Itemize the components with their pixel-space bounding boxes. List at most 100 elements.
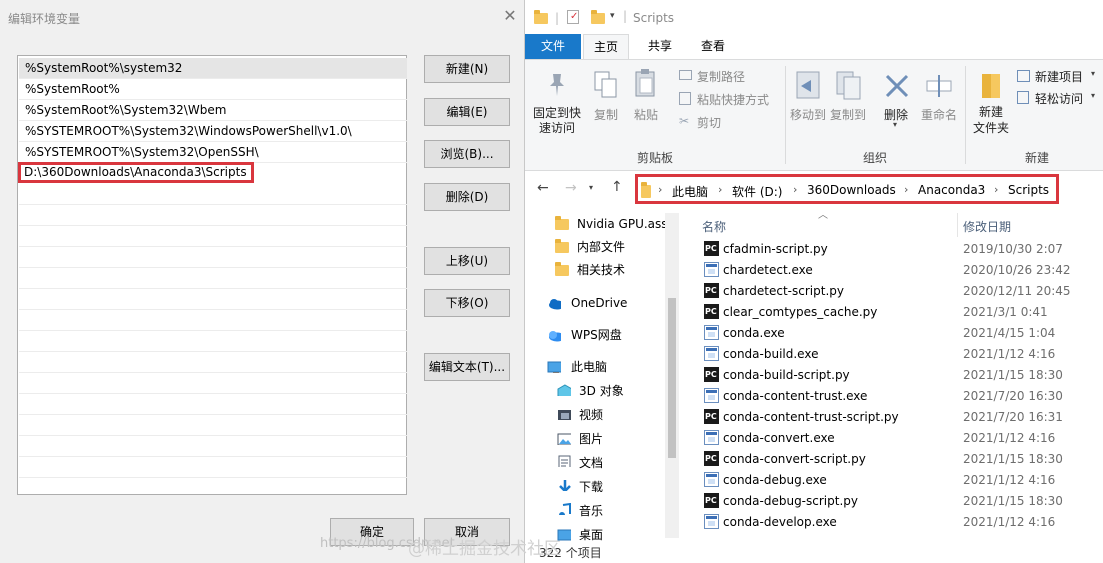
download-icon bbox=[559, 480, 571, 491]
copy-to-icon bbox=[836, 71, 861, 100]
address-bar[interactable]: › 此电脑 › 软件 (D:) › 360Downloads › Anacond… bbox=[635, 174, 1059, 204]
path-item-empty[interactable] bbox=[19, 373, 407, 394]
path-item-empty[interactable] bbox=[19, 436, 407, 457]
breadcrumb-anaconda3[interactable]: Anaconda3 bbox=[918, 183, 985, 197]
column-header-name[interactable]: 名称 bbox=[702, 218, 726, 235]
file-row[interactable]: conda-convert.exe 2021/1/12 4:16 bbox=[695, 428, 1103, 449]
chevron-right-icon[interactable]: › bbox=[994, 183, 998, 196]
file-row[interactable]: conda-develop.exe 2021/1/12 4:16 bbox=[695, 512, 1103, 533]
edit-button[interactable]: 编辑(E) bbox=[424, 98, 510, 126]
path-item-4[interactable]: %SYSTEMROOT%\System32\WindowsPowerShell\… bbox=[19, 121, 407, 142]
window-title: Scripts bbox=[633, 11, 675, 25]
path-item-anaconda-scripts[interactable]: D:\360Downloads\Anaconda3\Scripts bbox=[18, 162, 254, 183]
file-row[interactable]: clear_comtypes_cache.py2021/3/1 0:41 bbox=[695, 301, 1103, 323]
file-row[interactable]: conda-debug.exe 2021/1/12 4:16 bbox=[695, 470, 1103, 491]
column-header-date[interactable]: 修改日期 bbox=[963, 218, 1011, 235]
path-item-empty[interactable] bbox=[19, 415, 407, 436]
path-item-empty[interactable] bbox=[19, 457, 407, 478]
paste-icon bbox=[635, 69, 655, 97]
watermark-brand: @稀土掘金技术社区 bbox=[408, 539, 561, 559]
chevron-right-icon[interactable]: › bbox=[793, 183, 797, 196]
python-file-icon bbox=[704, 490, 719, 511]
tab-view[interactable]: 查看 bbox=[690, 34, 736, 59]
chevron-down-icon[interactable]: ▾ bbox=[1091, 69, 1095, 78]
back-arrow-icon[interactable]: ← bbox=[537, 180, 549, 196]
path-item-empty[interactable] bbox=[19, 226, 407, 247]
exe-file-icon bbox=[704, 388, 719, 403]
move-up-button[interactable]: 上移(U) bbox=[424, 247, 510, 275]
path-list[interactable]: %SystemRoot%\system32 %SystemRoot% %Syst… bbox=[17, 55, 407, 495]
delete-button[interactable]: 删除(D) bbox=[424, 183, 510, 211]
path-item-3[interactable]: %SystemRoot%\System32\Wbem bbox=[19, 100, 407, 121]
file-row[interactable]: conda.exe 2021/4/15 1:04 bbox=[695, 323, 1103, 344]
path-item-empty[interactable] bbox=[19, 247, 407, 268]
path-item-1[interactable]: %SystemRoot%\system32 bbox=[19, 58, 407, 79]
path-item-5[interactable]: %SYSTEMROOT%\System32\OpenSSH\ bbox=[19, 142, 407, 163]
new-item-icon bbox=[1017, 70, 1030, 82]
move-down-button[interactable]: 下移(O) bbox=[424, 289, 510, 317]
file-row[interactable]: conda-convert-script.py2021/1/15 18:30 bbox=[695, 448, 1103, 470]
copy-button[interactable]: 复制 bbox=[589, 106, 623, 123]
breadcrumb-scripts[interactable]: Scripts bbox=[1008, 183, 1049, 197]
copy-to-button[interactable]: 复制到 bbox=[827, 106, 869, 123]
tab-file[interactable]: 文件 bbox=[525, 34, 581, 59]
chevron-right-icon[interactable]: › bbox=[658, 183, 662, 196]
path-item-empty[interactable] bbox=[19, 310, 407, 331]
path-item-2[interactable]: %SystemRoot% bbox=[19, 79, 407, 100]
nav-scrollbar[interactable] bbox=[665, 213, 679, 538]
browse-button[interactable]: 浏览(B)... bbox=[424, 140, 510, 168]
copy-path-button[interactable]: 复制路径 bbox=[697, 68, 745, 85]
chevron-down-icon[interactable]: ▾ bbox=[610, 11, 615, 21]
file-row[interactable]: conda-build.exe 2021/1/12 4:16 bbox=[695, 344, 1103, 365]
up-arrow-icon[interactable]: ↑ bbox=[611, 179, 623, 195]
recent-locations-chevron-icon[interactable]: ▾ bbox=[589, 183, 593, 192]
tab-home[interactable]: 主页 bbox=[583, 34, 629, 59]
cloud-icon bbox=[549, 299, 561, 310]
move-to-button[interactable]: 移动到 bbox=[787, 106, 829, 123]
file-list: ︿ 名称 修改日期 cfadmin-script.py2019/10/30 2:… bbox=[695, 209, 1103, 541]
properties-icon[interactable]: ✓ bbox=[567, 10, 579, 24]
path-item-empty[interactable] bbox=[19, 331, 407, 352]
new-folder-quick-icon[interactable] bbox=[591, 10, 605, 24]
chevron-right-icon[interactable]: › bbox=[718, 183, 722, 196]
nav-scrollbar-thumb[interactable] bbox=[668, 298, 676, 458]
breadcrumb-drive-d[interactable]: 软件 (D:) bbox=[732, 183, 782, 200]
chevron-down-icon[interactable]: ▾ bbox=[1091, 91, 1095, 100]
chevron-down-icon[interactable]: ▾ bbox=[893, 120, 897, 129]
file-row[interactable]: chardetect.exe 2020/10/26 23:42 bbox=[695, 260, 1103, 281]
chevron-right-icon[interactable]: › bbox=[904, 183, 908, 196]
breadcrumb-360downloads[interactable]: 360Downloads bbox=[807, 183, 896, 197]
new-button[interactable]: 新建(N) bbox=[424, 55, 510, 83]
file-row[interactable]: conda-build-script.py2021/1/15 18:30 bbox=[695, 364, 1103, 386]
python-file-icon bbox=[704, 238, 719, 259]
forward-arrow-icon[interactable]: → bbox=[565, 180, 577, 196]
pin-quick-access-button[interactable]: 固定到快 速访问 bbox=[529, 106, 585, 136]
path-item-empty[interactable] bbox=[19, 205, 407, 226]
file-row[interactable]: conda-content-trust-script.py2021/7/20 1… bbox=[695, 406, 1103, 428]
paste-button[interactable]: 粘贴 bbox=[629, 106, 663, 123]
tab-share[interactable]: 共享 bbox=[637, 34, 683, 59]
wps-cloud-icon bbox=[549, 331, 561, 342]
path-item-empty[interactable] bbox=[19, 289, 407, 310]
close-icon[interactable]: ✕ bbox=[500, 6, 520, 26]
file-row[interactable]: conda-debug-script.py2021/1/15 18:30 bbox=[695, 490, 1103, 512]
file-row[interactable]: chardetect-script.py2020/12/11 20:45 bbox=[695, 280, 1103, 302]
new-item-button[interactable]: 新建项目 bbox=[1035, 68, 1083, 85]
easy-access-button[interactable]: 轻松访问 bbox=[1035, 90, 1083, 107]
path-item-empty[interactable] bbox=[19, 352, 407, 373]
path-item-empty[interactable] bbox=[19, 184, 407, 205]
pin-icon bbox=[550, 74, 564, 96]
file-row[interactable]: cfadmin-script.py2019/10/30 2:07 bbox=[695, 238, 1103, 260]
path-item-empty[interactable] bbox=[19, 394, 407, 415]
path-item-empty[interactable] bbox=[19, 268, 407, 289]
exe-file-icon bbox=[704, 262, 719, 277]
paste-shortcut-button[interactable]: 粘贴快捷方式 bbox=[697, 91, 769, 108]
folder-icon bbox=[534, 10, 548, 24]
scissors-icon: ✂ bbox=[679, 114, 690, 128]
cut-button[interactable]: 剪切 bbox=[697, 114, 721, 131]
rename-button[interactable]: 重命名 bbox=[917, 106, 961, 123]
new-folder-button[interactable]: 新建 文件夹 bbox=[969, 104, 1013, 136]
edit-text-button[interactable]: 编辑文本(T)... bbox=[424, 353, 510, 381]
breadcrumb-this-pc[interactable]: 此电脑 bbox=[672, 183, 708, 200]
file-row[interactable]: conda-content-trust.exe 2021/7/20 16:30 bbox=[695, 386, 1103, 407]
